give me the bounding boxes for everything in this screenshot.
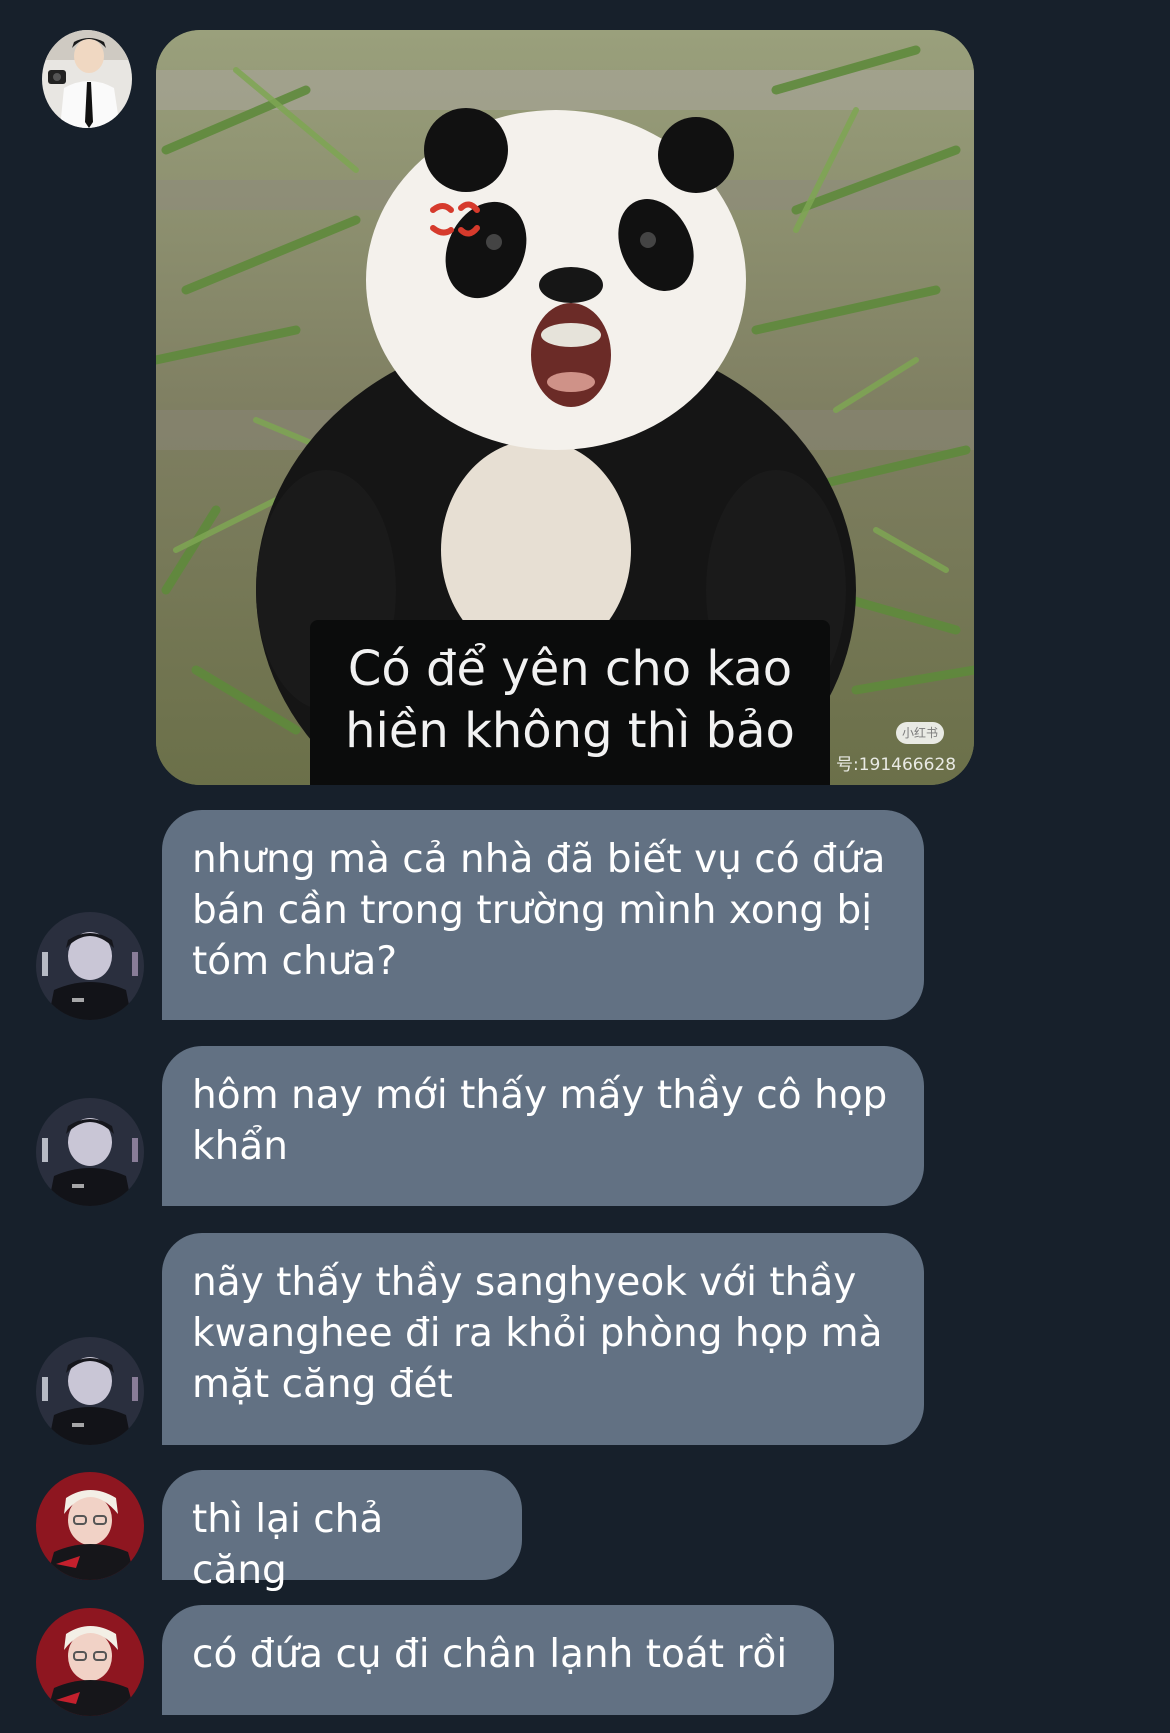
message-bubble[interactable]: có đứa cụ đi chân lạnh toát rồi [162, 1605, 834, 1715]
meme-caption: Có để yên cho kao hiền không thì bảo [310, 620, 830, 785]
avatar-sender-1[interactable] [42, 30, 132, 128]
avatar-sender-3[interactable] [36, 1608, 144, 1716]
message-bubble[interactable]: thì lại chả căng [162, 1470, 522, 1593]
image-message[interactable]: Có để yên cho kao hiền không thì bảo 小红书… [156, 30, 974, 785]
watermark-logo: 小红书 [896, 722, 944, 744]
avatar-sender-2[interactable] [36, 1337, 144, 1445]
avatar-sender-2[interactable] [36, 1098, 144, 1206]
message-bubble[interactable]: nãy thấy thầy sanghyeok với thầy kwanghe… [162, 1233, 924, 1445]
message-bubble[interactable]: nhưng mà cả nhà đã biết vụ có đứa bán cầ… [162, 810, 924, 1020]
avatar-sender-2[interactable] [36, 912, 144, 1020]
message-bubble[interactable]: hôm nay mới thấy mấy thầy cô họp khẩn [162, 1046, 924, 1206]
avatar-sender-3[interactable] [36, 1472, 144, 1580]
watermark-id: 号:191466628 [836, 755, 957, 775]
